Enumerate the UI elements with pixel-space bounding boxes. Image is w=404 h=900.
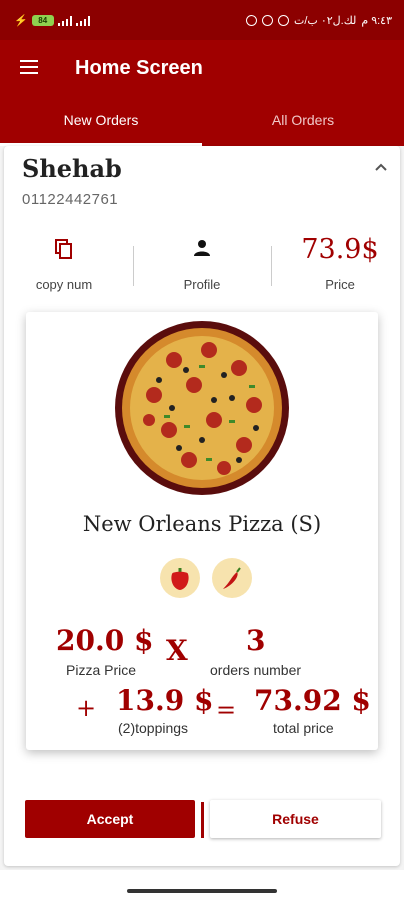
profile-label: Profile [183, 277, 221, 292]
chevron-up-icon[interactable] [374, 162, 388, 172]
copy-label: copy num [35, 277, 93, 292]
pizza-price-label: Pizza Price [66, 662, 137, 678]
tab-all-orders[interactable]: All Orders [202, 96, 404, 146]
carrier-text: لك.ل٠٢ ب/ت [294, 15, 357, 27]
menu-icon[interactable] [20, 60, 38, 74]
order-card: Shehab 01122442761 copy num Profile 73.9… [4, 146, 400, 866]
pizza-image [115, 321, 289, 495]
pizza-name: New Orleans Pizza (S) [82, 512, 322, 536]
pizza-card: New Orleans Pizza (S) 20.0 $ Pizza Price… [26, 312, 378, 750]
divider [271, 246, 272, 286]
signal-icon-2 [75, 15, 90, 26]
multiply-sign: X [166, 634, 188, 667]
tab-bar: New Orders All Orders [0, 96, 404, 146]
copy-number-button[interactable]: copy num [4, 236, 124, 292]
refuse-button[interactable]: Refuse [210, 800, 381, 838]
status-icon-2 [262, 15, 274, 26]
customer-phone: 01122442761 [22, 191, 119, 208]
status-bar: ⚡ 84 لك.ل٠٢ ب/ت ٩:٤٣ م [0, 0, 404, 40]
accept-button[interactable]: Accept [25, 800, 195, 838]
total-price-value: 73.92 $ [254, 684, 371, 717]
system-nav-bar [0, 870, 404, 900]
toppings-label: (2)toppings [118, 720, 189, 736]
equals-sign: = [216, 696, 237, 724]
charging-icon: ⚡ [14, 15, 28, 27]
total-price-label: total price [273, 720, 334, 736]
profile-button[interactable]: Profile [142, 236, 262, 292]
battery-icon: 84 [31, 15, 54, 26]
app-bar: Home Screen [0, 40, 404, 96]
page-title: Home Screen [75, 57, 203, 79]
copy-icon [55, 239, 72, 259]
home-indicator[interactable] [127, 889, 277, 893]
signal-icon [57, 15, 72, 26]
pizza-price-value: 20.0 $ [56, 624, 154, 657]
toppings-value: 13.9 $ [116, 684, 214, 717]
divider [133, 246, 134, 286]
plus-sign: + [76, 694, 97, 722]
button-separator [201, 802, 204, 838]
price-stat: 73.9$ Price [280, 234, 400, 292]
price-value: 73.9$ [301, 234, 379, 265]
status-icon-1 [246, 15, 258, 26]
clock: ٩:٤٣ م [361, 15, 392, 27]
chili-pepper-icon [212, 558, 252, 598]
alarm-icon [278, 15, 290, 26]
orders-number-value: 3 [246, 624, 266, 657]
tab-new-orders[interactable]: New Orders [0, 96, 202, 146]
orders-number-label: orders number [210, 662, 302, 678]
price-label: Price [325, 277, 355, 292]
red-pepper-icon [160, 558, 200, 598]
person-icon [194, 240, 210, 256]
customer-name: Shehab [22, 154, 122, 183]
